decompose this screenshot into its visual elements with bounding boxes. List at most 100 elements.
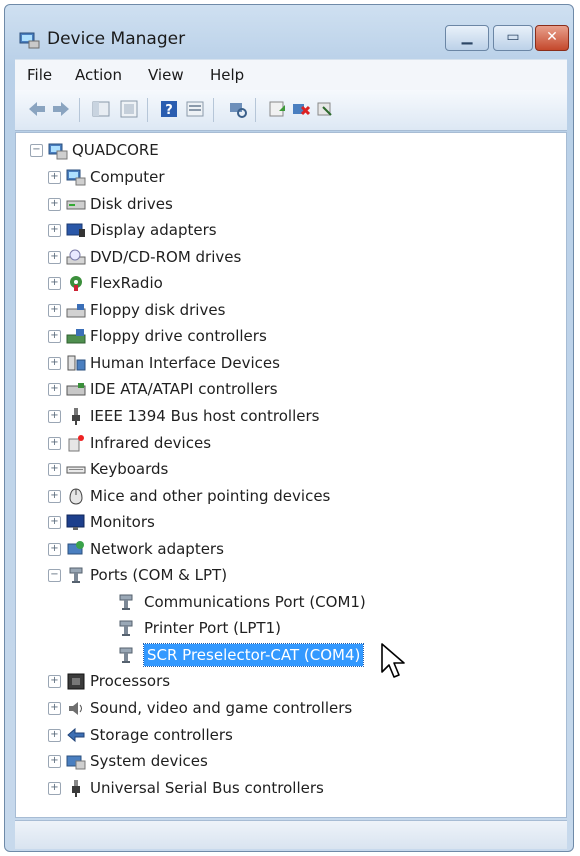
category-label: IEEE 1394 Bus host controllers xyxy=(90,407,320,425)
category-label: Storage controllers xyxy=(90,726,233,744)
tree-device-row-selected[interactable]: SCR Preselector-CAT (COM4) xyxy=(16,643,566,668)
category-label: Ports (COM & LPT) xyxy=(90,566,228,584)
tree-device-row[interactable]: Printer Port (LPT1) xyxy=(16,617,566,641)
menu-bar: File Action View Help xyxy=(15,59,567,90)
update-driver-icon[interactable] xyxy=(267,99,287,119)
tree-category-row[interactable]: + Floppy disk drives xyxy=(16,299,566,323)
maximize-icon: ▭ xyxy=(506,29,520,45)
toolbar-separator xyxy=(79,98,80,122)
menu-help[interactable]: Help xyxy=(210,66,244,84)
collapse-icon[interactable]: − xyxy=(48,569,61,582)
expand-icon[interactable]: + xyxy=(48,463,61,476)
scan-hardware-icon[interactable] xyxy=(227,99,247,119)
expand-icon[interactable]: + xyxy=(48,782,61,795)
monitor-icon xyxy=(66,514,85,530)
tree-category-row[interactable]: + Human Interface Devices xyxy=(16,352,566,376)
tree-root-label: QUADCORE xyxy=(72,141,159,159)
tree-category-row[interactable]: + Infrared devices xyxy=(16,432,566,456)
device-label: Printer Port (LPT1) xyxy=(144,619,281,637)
menu-file[interactable]: File xyxy=(27,66,52,84)
expand-icon[interactable]: + xyxy=(48,198,61,211)
category-label: System devices xyxy=(90,752,208,770)
display-adapter-icon xyxy=(66,223,85,237)
radio-icon xyxy=(70,276,82,291)
tree-category-row[interactable]: + Mice and other pointing devices xyxy=(16,485,566,509)
tree-category-row[interactable]: + Keyboards xyxy=(16,458,566,482)
forward-arrow-icon[interactable] xyxy=(51,99,71,119)
expand-icon[interactable]: + xyxy=(48,224,61,237)
tree-category-row[interactable]: + IDE ATA/ATAPI controllers xyxy=(16,378,566,402)
tree-category-row[interactable]: + Display adapters xyxy=(16,219,566,243)
tree-root-row[interactable]: − QUADCORE xyxy=(16,139,566,163)
maximize-button[interactable]: ▭ xyxy=(493,25,533,51)
menu-action[interactable]: Action xyxy=(75,66,122,84)
tree-category-row[interactable]: + Universal Serial Bus controllers xyxy=(16,777,566,801)
close-button[interactable]: ✕ xyxy=(535,25,569,51)
expand-icon[interactable]: + xyxy=(48,383,61,396)
category-label: Mice and other pointing devices xyxy=(90,487,331,505)
dvd-drive-icon xyxy=(66,249,86,265)
storage-controller-icon xyxy=(67,727,85,743)
expand-icon[interactable]: + xyxy=(48,304,61,317)
minimize-icon: ▁ xyxy=(461,29,473,45)
title-bar[interactable]: Device Manager ▁ ▭ ✕ xyxy=(5,5,573,59)
tree-category-row[interactable]: + Disk drives xyxy=(16,193,566,217)
disk-drive-icon xyxy=(66,200,86,210)
expand-icon[interactable]: + xyxy=(48,330,61,343)
view-icon[interactable] xyxy=(185,99,205,119)
show-hide-tree-icon[interactable] xyxy=(91,99,111,119)
close-icon: ✕ xyxy=(546,29,558,45)
device-tree[interactable]: − QUADCORE + Computer + Disk drives + Display… xyxy=(15,132,567,818)
tree-category-row[interactable]: + Floppy drive controllers xyxy=(16,325,566,349)
expand-icon[interactable]: + xyxy=(48,755,61,768)
keyboard-icon xyxy=(66,466,86,474)
mouse-cursor-icon xyxy=(381,643,405,678)
expand-icon[interactable]: + xyxy=(48,675,61,688)
expand-icon[interactable]: + xyxy=(48,729,61,742)
uninstall-icon[interactable] xyxy=(291,99,311,119)
expand-icon[interactable]: + xyxy=(48,702,61,715)
minimize-button[interactable]: ▁ xyxy=(445,25,489,51)
tree-category-row[interactable]: + Network adapters xyxy=(16,538,566,562)
tree-category-row[interactable]: + Computer xyxy=(16,166,566,190)
tree-category-row[interactable]: + IEEE 1394 Bus host controllers xyxy=(16,405,566,429)
tree-category-row[interactable]: + Processors xyxy=(16,670,566,694)
processor-icon xyxy=(67,673,85,690)
expand-icon[interactable]: + xyxy=(48,490,61,503)
tree-category-row[interactable]: + DVD/CD-ROM drives xyxy=(16,246,566,270)
collapse-icon[interactable]: − xyxy=(30,144,43,157)
device-label: SCR Preselector-CAT (COM4) xyxy=(142,643,365,667)
help-icon[interactable]: ? xyxy=(159,99,179,119)
toolbar-separator xyxy=(147,98,148,122)
firewire-icon xyxy=(72,408,80,425)
category-label: Keyboards xyxy=(90,460,169,478)
tree-category-row[interactable]: + FlexRadio xyxy=(16,272,566,296)
tree-category-row[interactable]: + System devices xyxy=(16,750,566,774)
category-label: Network adapters xyxy=(90,540,224,558)
disable-device-icon[interactable] xyxy=(315,99,335,119)
hid-icon xyxy=(67,355,86,371)
floppy-drive-icon xyxy=(66,304,86,318)
menu-view[interactable]: View xyxy=(148,66,184,84)
expand-icon[interactable]: + xyxy=(48,171,61,184)
expand-icon[interactable]: + xyxy=(48,357,61,370)
tree-category-row[interactable]: + Sound, video and game controllers xyxy=(16,697,566,721)
expand-icon[interactable]: + xyxy=(48,516,61,529)
tree-category-row[interactable]: + Storage controllers xyxy=(16,724,566,748)
category-label: FlexRadio xyxy=(90,274,163,292)
tree-device-row[interactable]: Communications Port (COM1) xyxy=(16,591,566,615)
expand-icon[interactable]: + xyxy=(48,410,61,423)
window-title: Device Manager xyxy=(47,29,186,49)
category-label: Display adapters xyxy=(90,221,217,239)
expand-icon[interactable]: + xyxy=(48,251,61,264)
expand-icon[interactable]: + xyxy=(48,437,61,450)
properties-icon[interactable] xyxy=(119,99,139,119)
tree-category-row[interactable]: + Monitors xyxy=(16,511,566,535)
sound-icon xyxy=(69,702,82,715)
tree-category-row[interactable]: − Ports (COM & LPT) xyxy=(16,564,566,588)
back-arrow-icon[interactable] xyxy=(27,99,47,119)
expand-icon[interactable]: + xyxy=(48,543,61,556)
toolbar-separator xyxy=(213,98,214,122)
category-label: Infrared devices xyxy=(90,434,212,452)
expand-icon[interactable]: + xyxy=(48,277,61,290)
